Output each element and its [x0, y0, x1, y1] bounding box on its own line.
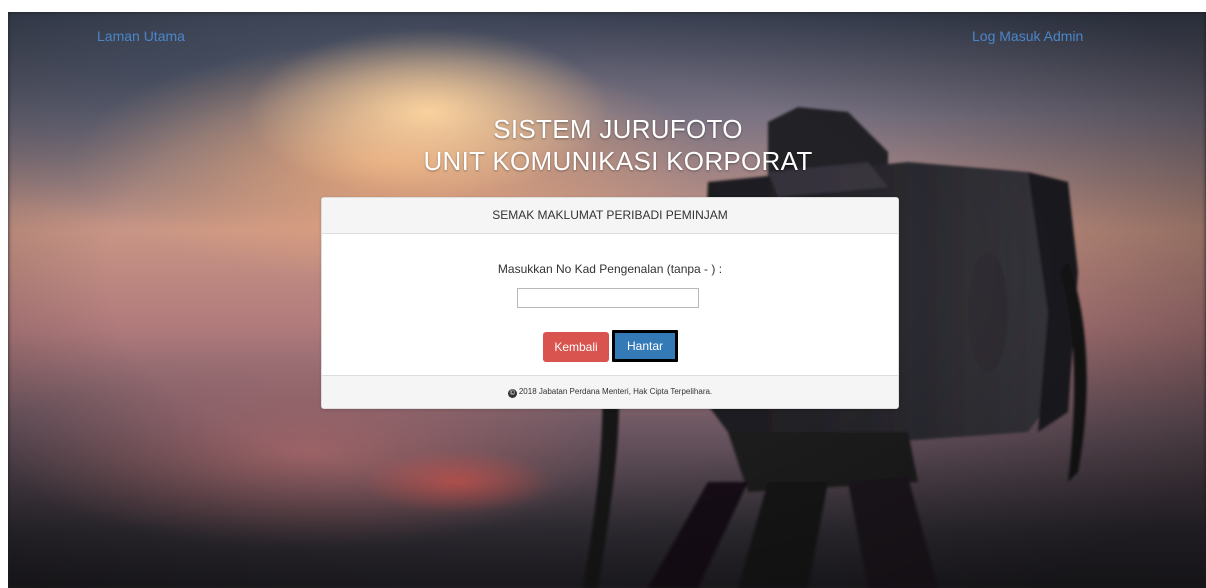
page-viewport: Laman Utama Log Masuk Admin SISTEM JURUF… [8, 12, 1206, 588]
copyright-text: 2018 Jabatan Perdana Menteri, Hak Cipta … [518, 387, 713, 396]
borrower-check-panel: SEMAK MAKLUMAT PERIBADI PEMINJAM Masukka… [321, 197, 899, 409]
page-title-line2: UNIT KOMUNIKASI KORPORAT [423, 146, 813, 176]
id-number-label: Masukkan No Kad Pengenalan (tanpa - ) : [497, 262, 723, 276]
nav-admin-login-link[interactable]: Log Masuk Admin [972, 28, 1083, 44]
panel-heading: SEMAK MAKLUMAT PERIBADI PEMINJAM [322, 198, 898, 234]
panel-body: Masukkan No Kad Pengenalan (tanpa - ) : … [322, 234, 898, 375]
back-button[interactable]: Kembali [543, 332, 609, 362]
submit-button[interactable]: Hantar [612, 330, 678, 362]
id-number-input[interactable] [517, 288, 699, 308]
nav-home-link[interactable]: Laman Utama [97, 28, 185, 44]
panel-footer: © 2018 Jabatan Perdana Menteri, Hak Cipta… [322, 375, 898, 408]
page-title-line1: SISTEM JURUFOTO [493, 114, 743, 144]
copyright-icon: © [507, 389, 517, 398]
